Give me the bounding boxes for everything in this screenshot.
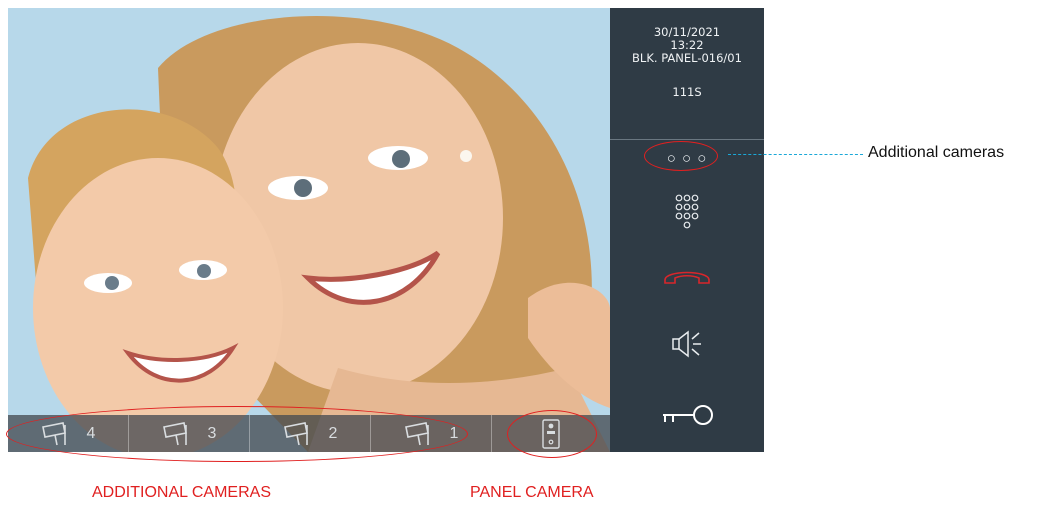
key-icon (663, 405, 713, 425)
panel-camera-highlight (507, 410, 597, 458)
more-cameras-highlight (644, 141, 718, 171)
video-feed (8, 8, 610, 452)
keypad-button[interactable] (610, 191, 764, 239)
unit-number: 111S (672, 85, 702, 99)
panel-name: BLK. PANEL-016/01 (632, 51, 742, 65)
keypad-icon (675, 194, 699, 229)
hang-up-button[interactable] (610, 261, 764, 291)
call-info: 30/11/2021 13:22 BLK. PANEL-016/01 111S (610, 26, 764, 99)
panel-divider (610, 139, 764, 140)
speaker-button[interactable] (610, 326, 764, 362)
additional-cameras-callout: Additional cameras (868, 144, 1005, 161)
additional-cameras-highlight (6, 406, 468, 462)
panel-camera-caption: PANEL CAMERA (470, 484, 594, 501)
handset-icon (664, 271, 710, 284)
video-image (8, 8, 610, 452)
additional-cameras-caption: ADDITIONAL CAMERAS (92, 484, 271, 501)
annotation-leader-line (728, 154, 863, 155)
unlock-button[interactable] (610, 400, 764, 430)
control-panel: 30/11/2021 13:22 BLK. PANEL-016/01 111S … (610, 8, 764, 452)
speaker-icon (672, 330, 701, 358)
